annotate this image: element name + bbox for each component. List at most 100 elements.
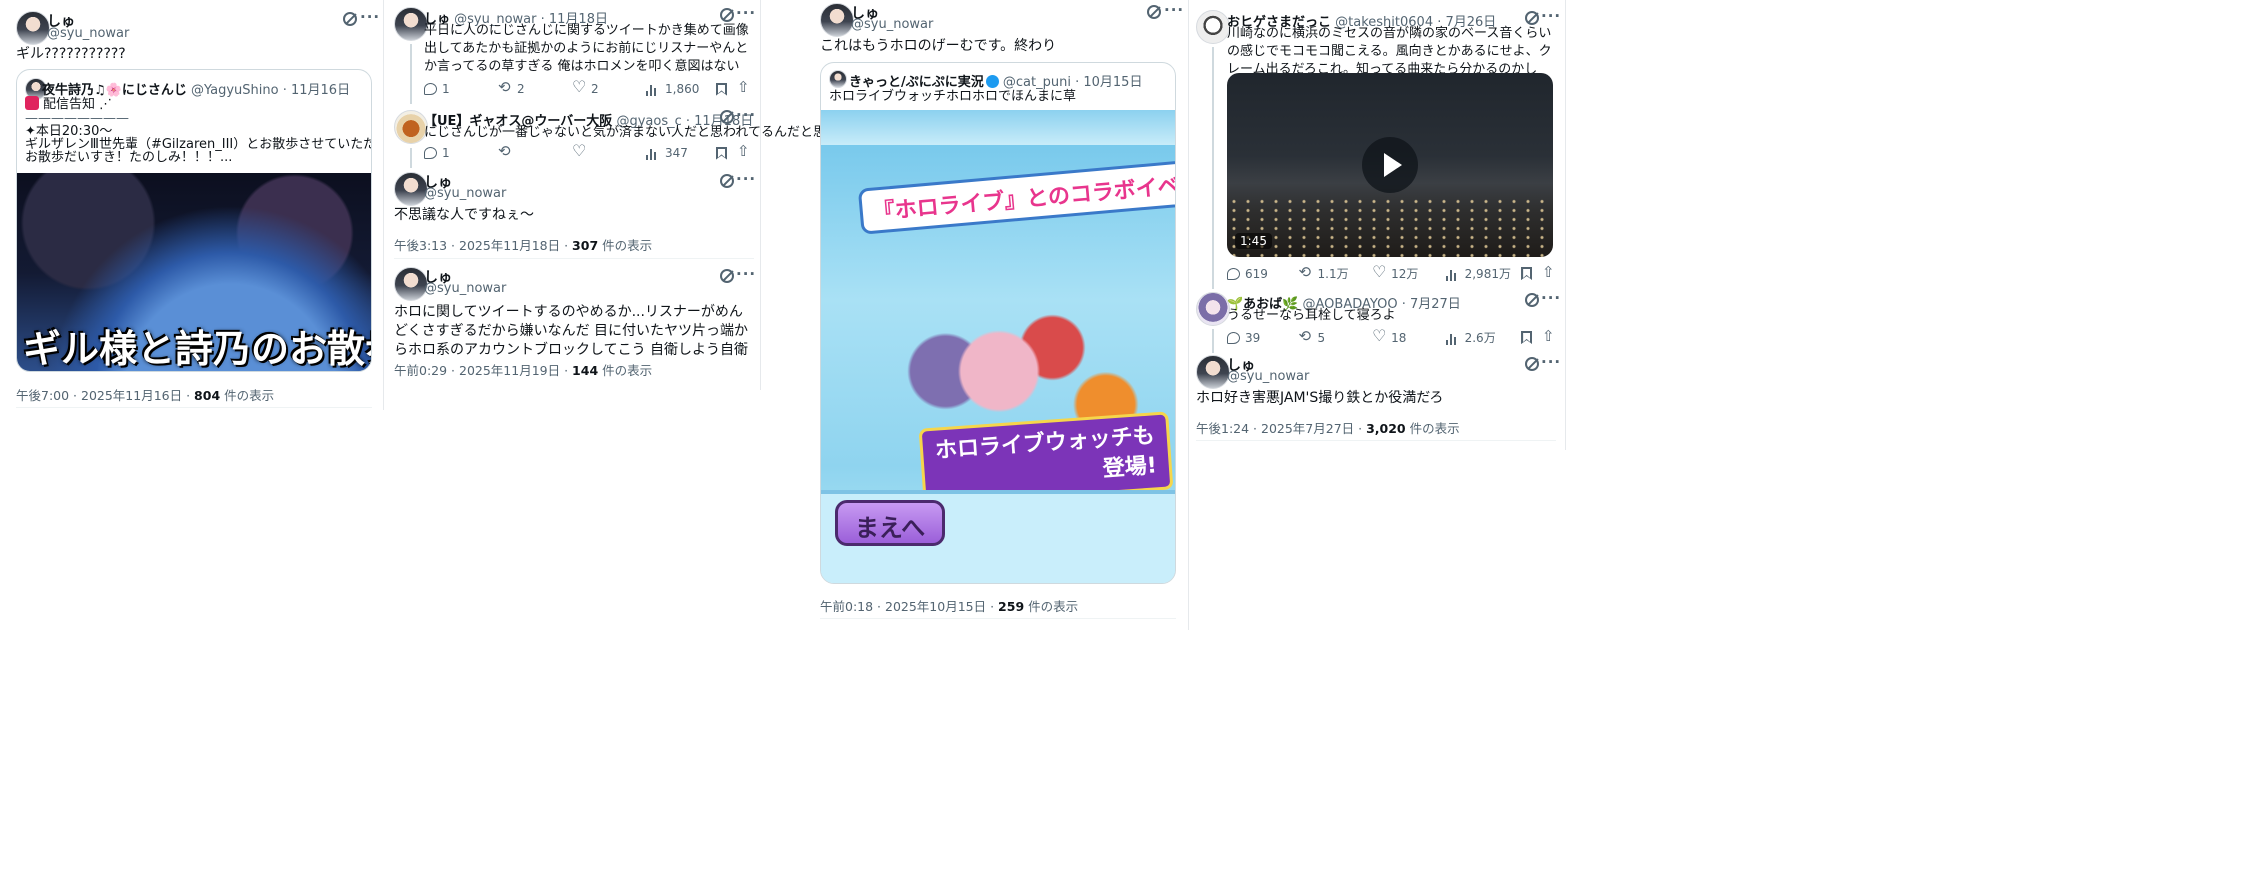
more-icon[interactable]: ··· (1164, 1, 1184, 19)
views-button[interactable]: 2.6万 (1445, 329, 1522, 346)
more-icon[interactable]: ··· (736, 106, 756, 124)
quote-image[interactable]: ギル様と詩乃のお散歩 (17, 173, 372, 371)
avatar[interactable] (1196, 355, 1230, 389)
play-icon[interactable] (1362, 137, 1418, 193)
tweet-text: ギル??????????? (16, 46, 126, 62)
share-button[interactable] (736, 142, 750, 160)
grok-icon[interactable] (720, 8, 734, 22)
grok-icon[interactable] (343, 12, 357, 26)
retweet-icon (498, 78, 512, 96)
thread-line (410, 148, 412, 168)
video-player[interactable]: 1:45 (1227, 73, 1553, 257)
avatar[interactable] (16, 11, 50, 45)
reply-button[interactable]: 1 (424, 82, 498, 96)
more-icon[interactable]: ··· (736, 170, 756, 188)
view-count: 144 (572, 363, 599, 378)
bookmark-icon (716, 146, 727, 160)
author-handle[interactable]: @syu_nowar (47, 26, 129, 41)
quoted-tweet[interactable]: きゃっと/ぷにぷに実況 @cat_puni · 10月15日 ホロライブウォッチ… (820, 62, 1176, 584)
grok-icon[interactable] (720, 110, 734, 124)
views-button[interactable]: 2,981万 (1445, 265, 1522, 282)
more-icon[interactable]: ··· (736, 4, 756, 22)
retweet-button[interactable]: 2 (498, 78, 572, 96)
view-count: 307 (572, 238, 599, 253)
avatar[interactable] (394, 7, 428, 41)
share-button[interactable] (1541, 327, 1555, 345)
like-icon (572, 141, 586, 160)
grok-icon[interactable] (720, 269, 734, 283)
bookmark-button[interactable] (1521, 267, 1541, 280)
view-count: 3,020 (1366, 421, 1406, 436)
reply-icon (1227, 331, 1240, 344)
share-button[interactable] (736, 78, 750, 96)
timestamp[interactable]: 午後3:13 · 2025年11月18日 · (394, 238, 572, 253)
tweet-meta: 午前0:29 · 2025年11月19日 · 144 件の表示 (394, 363, 653, 378)
grok-icon[interactable] (1525, 11, 1539, 25)
share-icon (1541, 327, 1555, 345)
quoted-tweet[interactable]: 夜牛詩乃♫🌸にじさんじ @YagyuShino · 11月16日 配信告知 ⋰ … (16, 69, 372, 372)
reply-icon (424, 83, 437, 95)
author-handle[interactable]: @syu_nowar (424, 186, 506, 201)
bookmark-button[interactable] (716, 82, 736, 96)
bookmark-icon (1521, 331, 1533, 344)
timestamp[interactable]: 午前0:29 · 2025年11月19日 · (394, 363, 572, 378)
reply-icon (424, 147, 437, 159)
like-button[interactable] (572, 141, 646, 160)
game-footer: まえへ (821, 490, 1175, 583)
tweet-text: ホロに関してツイートするのやめるか...リスナーがめんどくさすぎるだから嫌いなん… (394, 304, 749, 358)
grok-icon[interactable] (1525, 293, 1539, 307)
column-3: しゅ @syu_nowar ··· これはもうホロのげーむです。終わり きゃっと… (810, 0, 1188, 630)
back-button[interactable]: まえへ (835, 500, 945, 546)
more-icon[interactable]: ··· (360, 8, 380, 26)
avatar[interactable] (394, 110, 428, 144)
reply-button[interactable]: 1 (424, 146, 498, 160)
views-icon (1445, 267, 1460, 281)
reply-button[interactable]: 39 (1227, 331, 1299, 345)
grok-icon[interactable] (720, 174, 734, 188)
tweet-text: ホロ好き害悪JAM'S撮り鉄とか役満だろ (1196, 390, 1444, 406)
quote-line: お散歩だいすき！たのしみ！！！... (25, 150, 233, 165)
more-icon[interactable]: ··· (1541, 7, 1561, 25)
share-button[interactable] (1541, 263, 1555, 281)
column-divider (1565, 0, 1566, 450)
views-button[interactable]: 347 (646, 146, 716, 160)
like-button[interactable]: 12万 (1372, 262, 1446, 282)
author-handle[interactable]: @syu_nowar (1227, 369, 1309, 384)
avatar[interactable] (394, 267, 428, 301)
bookmark-button[interactable] (716, 146, 736, 160)
retweet-icon (498, 142, 512, 160)
retweet-button[interactable]: 1.1万 (1299, 263, 1373, 282)
grok-icon[interactable] (1147, 5, 1161, 19)
verified-icon (985, 75, 999, 88)
views-button[interactable]: 1,860 (646, 82, 716, 96)
like-button[interactable]: 2 (572, 77, 646, 96)
quote-image[interactable]: 『ホロライブ』とのコラボイベント開催! ホロライブウォッチも 登場! まえへ (821, 110, 1175, 583)
retweet-button[interactable] (498, 142, 572, 160)
like-button[interactable]: 18 (1372, 326, 1446, 345)
image-caption: ギル様と詩乃のお散歩 (23, 327, 372, 371)
column-1: しゅ @syu_nowar ··· ギル??????????? 夜牛詩乃♫🌸にじ… (0, 0, 384, 410)
avatar[interactable] (820, 3, 854, 37)
column-divider (760, 0, 761, 390)
tweet-meta: 午後7:00 · 2025年11月16日 · 804 件の表示 (16, 388, 275, 403)
more-icon[interactable]: ··· (1541, 353, 1561, 371)
thread-line (1212, 329, 1214, 353)
bookmark-button[interactable] (1521, 331, 1541, 344)
reply-button[interactable]: 619 (1227, 267, 1299, 281)
timestamp[interactable]: 午後1:24 · 2025年7月27日 · (1196, 421, 1366, 436)
avatar[interactable] (1196, 292, 1230, 326)
avatar[interactable] (1196, 10, 1230, 44)
tweet-text: にじさんじが一番じゃないと気が済まない人だと思われてるんだと思います (424, 125, 865, 140)
more-icon[interactable]: ··· (1541, 289, 1561, 307)
quote-text: ホロライブウォッチホロホロでほんまに草 (829, 89, 1077, 104)
retweet-button[interactable]: 5 (1299, 327, 1373, 345)
retweet-icon (1299, 327, 1313, 345)
avatar[interactable] (394, 172, 428, 206)
view-count: 259 (998, 599, 1025, 614)
timestamp[interactable]: 午前0:18 · 2025年10月15日 · (820, 599, 998, 614)
more-icon[interactable]: ··· (736, 265, 756, 283)
grok-icon[interactable] (1525, 357, 1539, 371)
author-handle[interactable]: @syu_nowar (851, 17, 933, 32)
timestamp[interactable]: 午後7:00 · 2025年11月16日 · (16, 388, 194, 403)
author-handle[interactable]: @syu_nowar (424, 281, 506, 296)
